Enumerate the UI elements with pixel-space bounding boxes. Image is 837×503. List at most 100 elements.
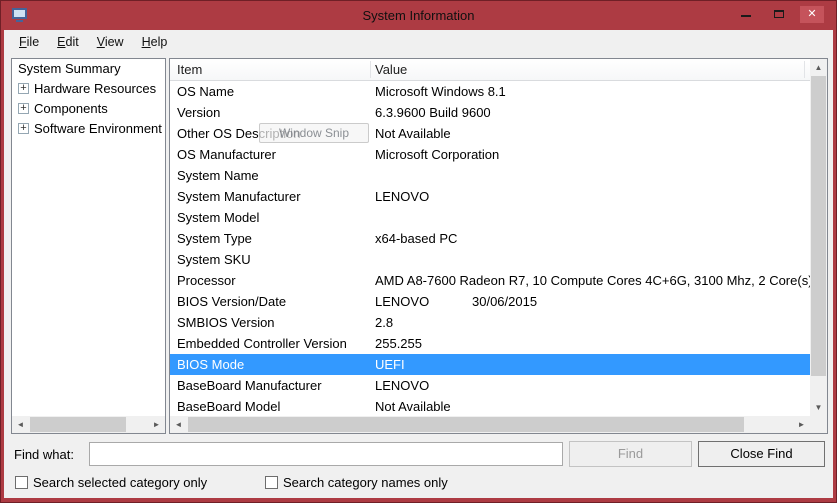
table-row[interactable]: Processor AMD A8-7600 Radeon R7, 10 Compu… [170,270,810,291]
minimize-button[interactable] [734,6,758,23]
item-cell: BaseBoard Manufacturer [177,375,322,396]
item-cell: Version [177,102,220,123]
item-cell: BIOS Mode [177,354,244,375]
expand-icon[interactable]: + [18,123,29,134]
column-separator[interactable] [804,61,805,78]
tree-item-components[interactable]: + Components [12,99,165,119]
system-information-window: System Information ✕ File Edit View Help… [0,0,837,503]
table-row[interactable]: System Name [170,165,810,186]
column-separator[interactable] [370,61,371,78]
item-cell: Embedded Controller Version [177,333,347,354]
column-header-value[interactable]: Value [375,59,407,81]
window-title: System Information [1,1,836,30]
scroll-down-icon[interactable]: ▼ [810,399,827,416]
value-cell: AMD A8-7600 Radeon R7, 10 Compute Cores … [375,270,810,291]
scrollbar-corner [810,416,827,433]
value-cell: 2.8 [375,312,393,333]
value-cell: LENOVO [375,375,429,396]
expand-icon[interactable]: + [18,103,29,114]
maximize-button[interactable] [767,6,791,23]
menu-file[interactable]: File [10,30,48,54]
expand-icon[interactable]: + [18,83,29,94]
scroll-right-icon[interactable]: ► [793,416,810,433]
category-tree: System Summary + Hardware Resources + Co… [11,58,166,434]
scrollbar-thumb[interactable] [188,417,744,432]
item-cell: System SKU [177,249,251,270]
caption-buttons: ✕ [734,6,824,23]
item-cell: System Type [177,228,252,249]
search-selected-category-checkbox[interactable] [15,476,28,489]
item-cell: BaseBoard Model [177,396,280,416]
find-input[interactable] [89,442,563,466]
tree-horizontal-scrollbar[interactable]: ◄ ► [12,416,165,433]
tree-label: Hardware Resources [34,79,156,99]
scroll-left-icon[interactable]: ◄ [12,416,29,433]
tree-item-hardware-resources[interactable]: + Hardware Resources [12,79,165,99]
horizontal-scrollbar[interactable]: ◄ ► [170,416,810,433]
detail-list: Item Value OS NameMicrosoft Windows 8.1 … [169,58,828,434]
value-cell-secondary: 30/06/2015 [472,291,537,312]
scroll-left-icon[interactable]: ◄ [170,416,187,433]
table-row[interactable]: Embedded Controller Version 255.255 [170,333,810,354]
item-cell: OS Manufacturer [177,144,276,165]
menu-bar: File Edit View Help [4,30,833,54]
close-button[interactable]: ✕ [800,6,824,23]
table-row[interactable]: System SKU [170,249,810,270]
table-row[interactable]: BaseBoard Manufacturer LENOVO [170,375,810,396]
tree-item-system-summary[interactable]: System Summary [12,59,165,79]
table-row[interactable]: BaseBoard Model Not Available [170,396,810,416]
scroll-up-icon[interactable]: ▲ [810,59,827,76]
value-cell: 6.3.9600 Build 9600 [375,102,491,123]
find-button[interactable]: Find [569,441,692,467]
value-cell: 255.255 [375,333,422,354]
value-cell: Not Available [375,396,451,416]
table-row[interactable]: OS Manufacturer Microsoft Corporation [170,144,810,165]
item-cell: SMBIOS Version [177,312,275,333]
table-row[interactable]: BIOS Version/Date LENOVO 30/06/2015 [170,291,810,312]
item-cell: System Name [177,165,259,186]
scrollbar-thumb[interactable] [30,417,126,432]
value-cell: UEFI [375,354,405,375]
column-header-item[interactable]: Item [177,59,202,81]
scrollbar-thumb[interactable] [811,76,826,376]
item-cell: System Model [177,207,259,228]
tree-item-software-environment[interactable]: + Software Environment [12,119,165,139]
menu-view[interactable]: View [88,30,133,54]
find-what-label: Find what: [14,447,74,462]
vertical-scrollbar[interactable]: ▲ ▼ [810,59,827,416]
table-row[interactable]: System Model [170,207,810,228]
close-icon: ✕ [800,6,824,23]
search-category-names-label: Search category names only [283,475,448,490]
maximize-icon [774,10,784,18]
value-cell: LENOVO [375,186,429,207]
item-cell: System Manufacturer [177,186,301,207]
table-row[interactable]: Version 6.3.9600 Build 9600 [170,102,810,123]
tree-label: Components [34,99,108,119]
snip-tooltip: Window Snip [259,123,369,143]
menu-help[interactable]: Help [133,30,177,54]
table-row[interactable]: OS Name Microsoft Windows 8.1 [170,81,810,102]
minimize-icon [741,15,751,17]
value-cell: x64-based PC [375,228,457,249]
tree-label: Software Environment [34,119,162,139]
item-cell: BIOS Version/Date [177,291,286,312]
table-row[interactable]: SMBIOS Version 2.8 [170,312,810,333]
item-cell: Processor [177,270,236,291]
close-find-button[interactable]: Close Find [698,441,825,467]
value-cell: Not Available [375,123,451,144]
scroll-right-icon[interactable]: ► [148,416,165,433]
value-cell: Microsoft Corporation [375,144,499,165]
item-cell: OS Name [177,81,234,102]
menu-edit[interactable]: Edit [48,30,88,54]
table-row[interactable]: System Type x64-based PC [170,228,810,249]
client-area: File Edit View Help System Summary + Har… [4,30,833,498]
search-category-names-checkbox[interactable] [265,476,278,489]
tree-label: System Summary [12,61,121,76]
titlebar[interactable]: System Information ✕ [1,1,836,30]
table-row-selected[interactable]: BIOS Mode UEFI [170,354,810,375]
value-cell: LENOVO [375,291,429,312]
search-selected-category-label: Search selected category only [33,475,207,490]
list-header: Item Value [170,59,810,81]
table-row[interactable]: System Manufacturer LENOVO [170,186,810,207]
value-cell: Microsoft Windows 8.1 [375,81,506,102]
